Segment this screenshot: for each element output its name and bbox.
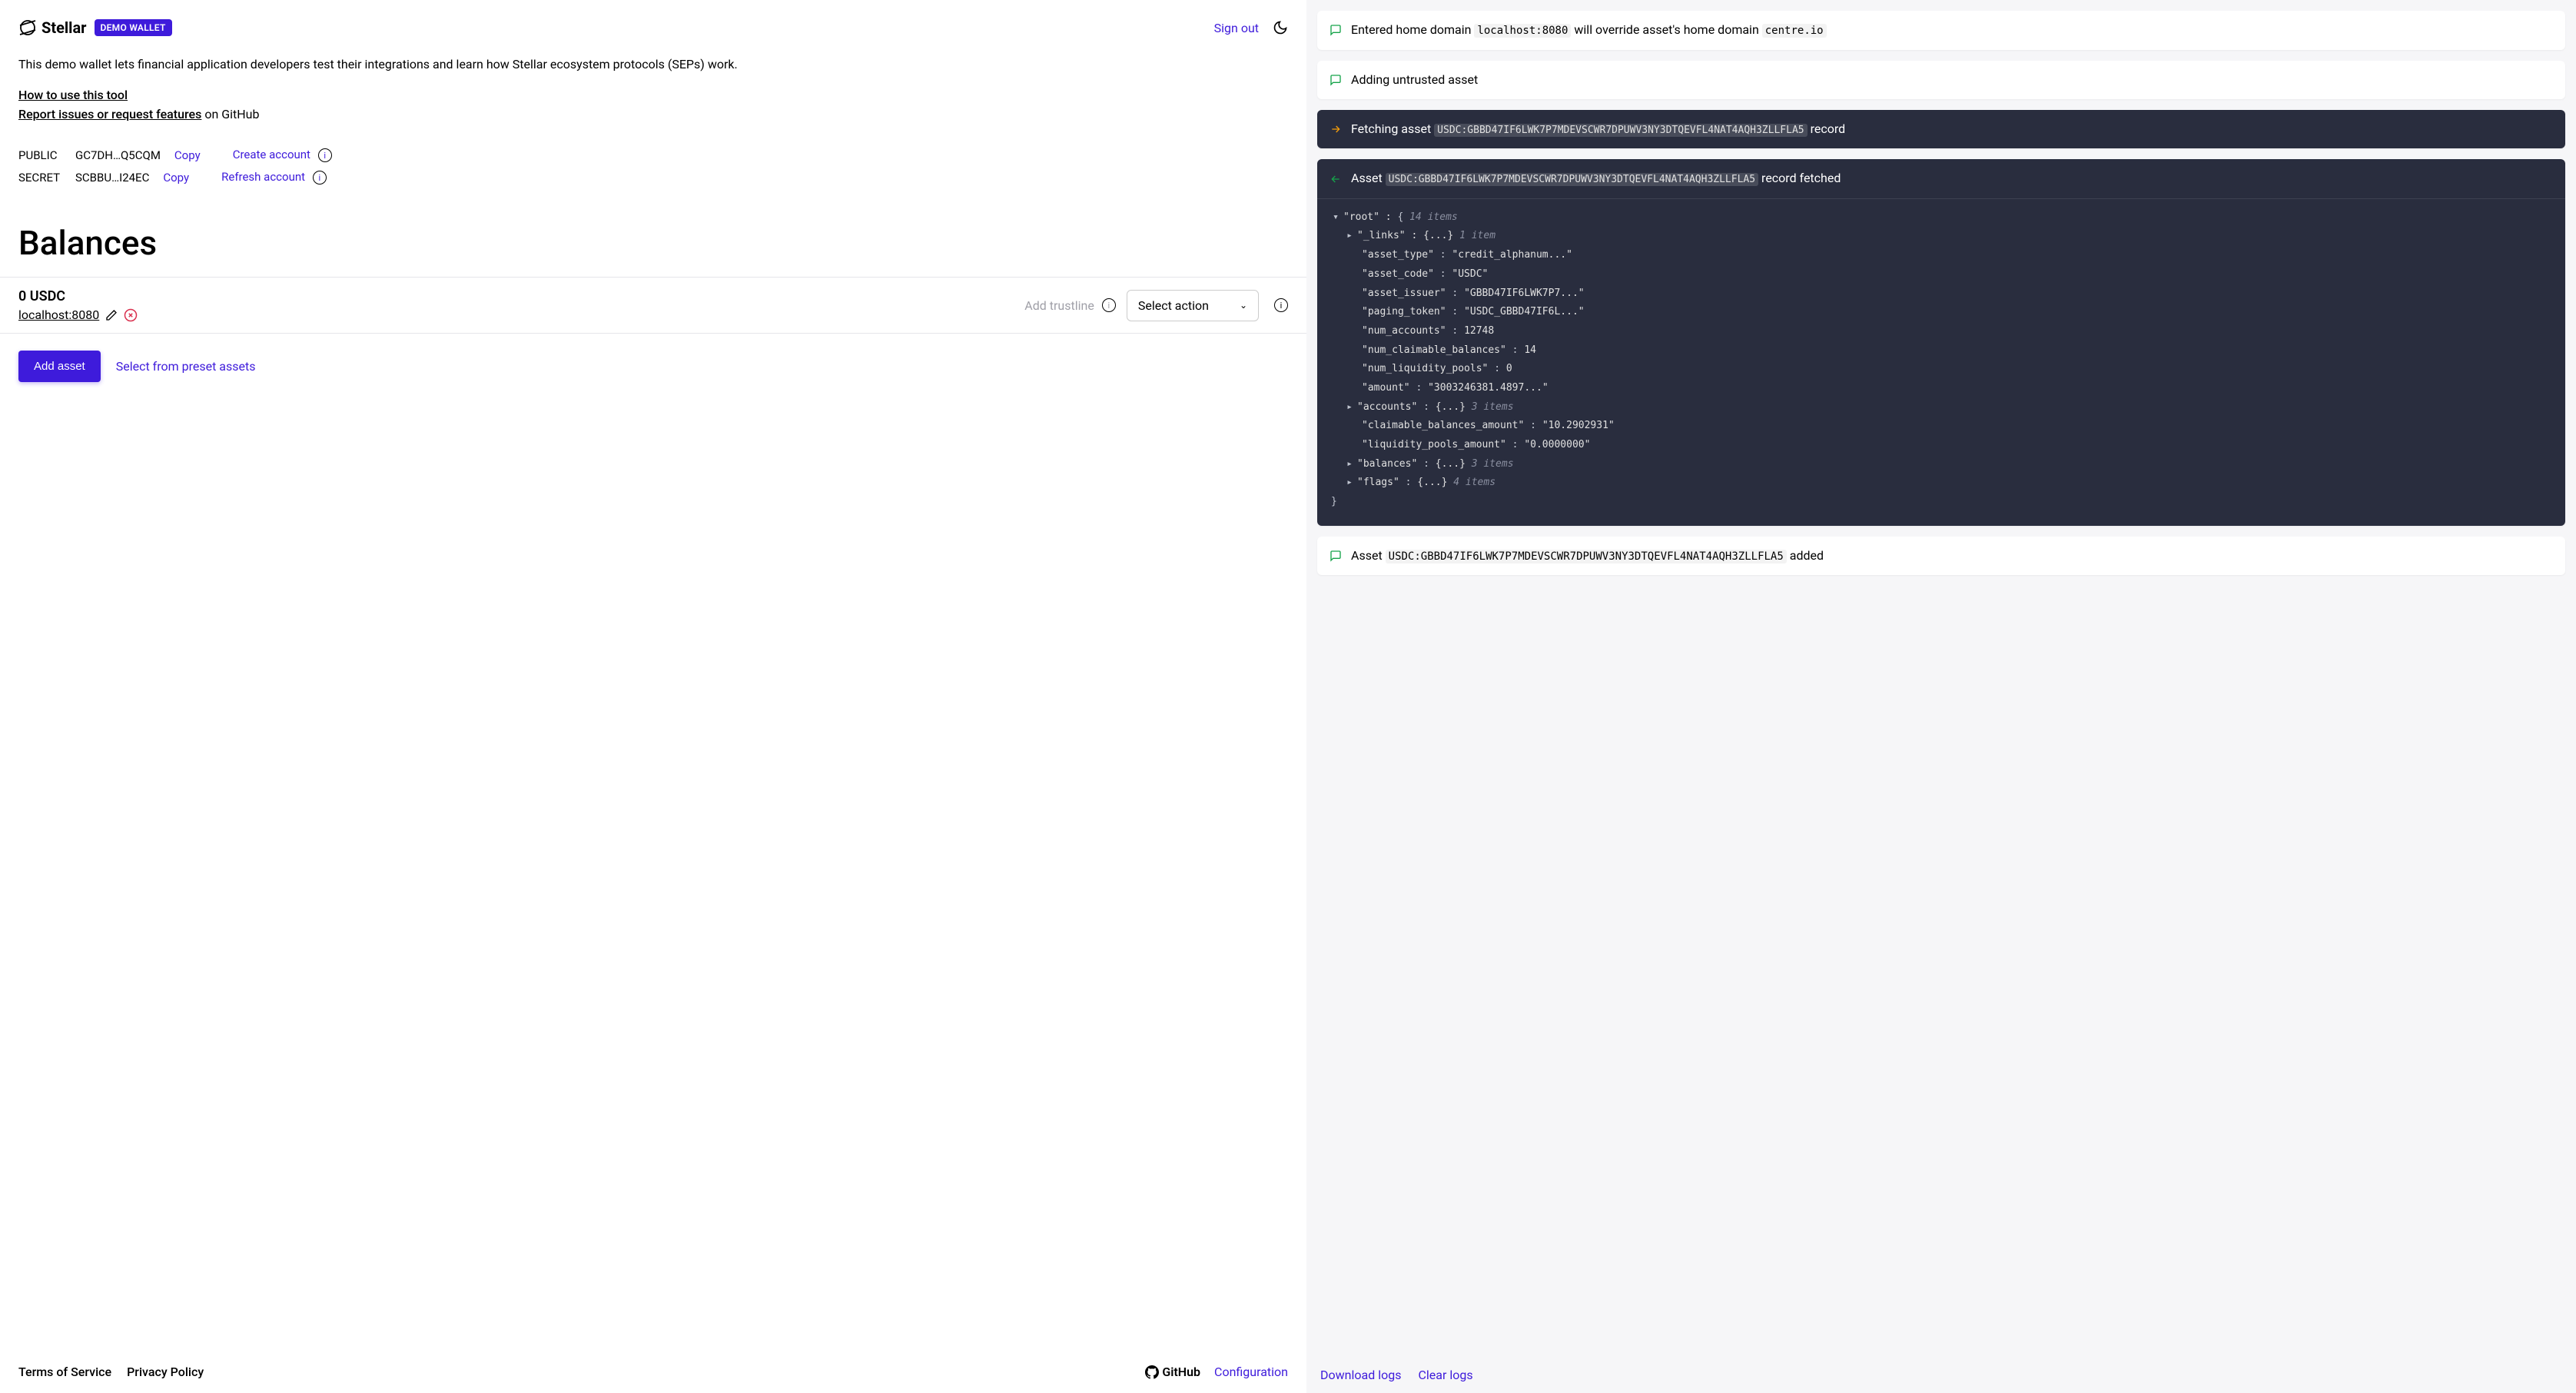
- demo-wallet-badge: DEMO WALLET: [95, 19, 172, 36]
- log-item-adding-asset: Adding untrusted asset: [1317, 61, 2565, 99]
- secret-key-row: SECRET SCBBU…I24EC Copy Refresh account …: [18, 170, 1288, 185]
- copy-secret-button[interactable]: Copy: [163, 171, 189, 185]
- logs-footer: Download logs Clear logs: [1306, 1357, 2576, 1393]
- remove-asset-button[interactable]: [124, 308, 138, 322]
- balance-amount: 0 USDC: [18, 288, 138, 304]
- caret-right-icon[interactable]: ▸: [1345, 455, 1354, 474]
- instruction-icon: [1329, 550, 1342, 562]
- request-icon: [1329, 123, 1342, 135]
- log-text: Asset USDC:GBBD47IF6LWK7P7MDEVSCWR7DPUWV…: [1351, 170, 1841, 187]
- footer-legal: Terms of Service Privacy Policy: [18, 1365, 204, 1379]
- asset-buttons: Add asset Select from preset assets: [18, 351, 1288, 382]
- public-key-row: PUBLIC GC7DH…Q5CQM Copy Create account i: [18, 148, 1288, 162]
- select-action-dropdown[interactable]: Select action ⌄: [1127, 290, 1259, 321]
- add-trustline-button[interactable]: Add trustline i: [1024, 298, 1116, 313]
- secret-label: SECRET: [18, 171, 61, 185]
- secret-value: SCBBU…I24EC: [75, 171, 149, 185]
- log-text: Fetching asset USDC:GBBD47IF6LWK7P7MDEVS…: [1351, 121, 1845, 138]
- stellar-logo: Stellar: [18, 18, 87, 37]
- log-item-asset-added: Asset USDC:GBBD47IF6LWK7P7MDEVSCWR7DPUWV…: [1317, 537, 2565, 576]
- brand-text: Stellar: [41, 18, 87, 37]
- log-header: Asset USDC:GBBD47IF6LWK7P7MDEVSCWR7DPUWV…: [1317, 159, 2565, 198]
- log-item-fetched: Asset USDC:GBBD47IF6LWK7P7MDEVSCWR7DPUWV…: [1317, 159, 2565, 525]
- configuration-link[interactable]: Configuration: [1214, 1365, 1288, 1379]
- privacy-link[interactable]: Privacy Policy: [127, 1365, 204, 1379]
- header-actions: Sign out: [1214, 20, 1288, 35]
- caret-right-icon[interactable]: ▸: [1345, 474, 1354, 493]
- howto-link[interactable]: How to use this tool: [18, 88, 128, 102]
- caret-right-icon[interactable]: ▸: [1345, 227, 1354, 246]
- caret-right-icon[interactable]: ▸: [1345, 398, 1354, 417]
- balance-actions: Add trustline i Select action ⌄ i: [1024, 290, 1288, 321]
- info-icon[interactable]: i: [1274, 298, 1288, 312]
- log-text: Asset USDC:GBBD47IF6LWK7P7MDEVSCWR7DPUWV…: [1351, 547, 1824, 565]
- refresh-account-link[interactable]: Refresh account i: [221, 170, 327, 185]
- download-logs-link[interactable]: Download logs: [1320, 1368, 1401, 1382]
- instruction-icon: [1329, 24, 1342, 36]
- signout-link[interactable]: Sign out: [1214, 21, 1259, 35]
- theme-toggle[interactable]: [1273, 20, 1288, 35]
- intro-text: This demo wallet lets financial applicat…: [18, 55, 1288, 74]
- report-issues-link[interactable]: Report issues or request features: [18, 107, 201, 121]
- select-action-label: Select action: [1138, 298, 1209, 313]
- json-viewer[interactable]: ▾"root" : { 14 items ▸"_links" : {...} 1…: [1317, 199, 2565, 526]
- stellar-icon: [18, 18, 37, 37]
- log-item-fetching: Fetching asset USDC:GBBD47IF6LWK7P7MDEVS…: [1317, 110, 2565, 148]
- help-links: How to use this tool Report issues or re…: [18, 88, 1288, 126]
- public-value: GC7DH…Q5CQM: [75, 148, 161, 162]
- account-keys: PUBLIC GC7DH…Q5CQM Copy Create account i…: [18, 148, 1288, 192]
- log-item-entered-domain: Entered home domain localhost:8080 will …: [1317, 11, 2565, 50]
- left-panel: Stellar DEMO WALLET Sign out This demo w…: [0, 0, 1306, 1393]
- close-circle-icon: [124, 308, 138, 322]
- response-icon: [1329, 173, 1342, 185]
- info-icon[interactable]: i: [318, 148, 332, 162]
- public-label: PUBLIC: [18, 148, 61, 162]
- footer-dev: GitHub Configuration: [1145, 1365, 1288, 1379]
- footer: Terms of Service Privacy Policy GitHub C…: [18, 1351, 1288, 1393]
- moon-icon: [1273, 20, 1288, 35]
- copy-public-button[interactable]: Copy: [174, 148, 201, 162]
- logs-panel: Entered home domain localhost:8080 will …: [1306, 0, 2576, 1393]
- create-account-link[interactable]: Create account i: [233, 148, 332, 162]
- caret-down-icon[interactable]: ▾: [1331, 208, 1340, 228]
- pencil-icon: [105, 309, 118, 321]
- info-icon[interactable]: i: [1102, 298, 1116, 312]
- logo-group: Stellar DEMO WALLET: [18, 18, 172, 37]
- balances-heading: Balances: [18, 223, 1288, 263]
- on-github-text: on GitHub: [204, 107, 259, 121]
- info-icon[interactable]: i: [313, 171, 327, 185]
- edit-domain-button[interactable]: [105, 309, 118, 321]
- balance-row: 0 USDC localhost:8080 Add trustline i Se…: [0, 277, 1306, 334]
- clear-logs-link[interactable]: Clear logs: [1418, 1368, 1472, 1382]
- github-link[interactable]: GitHub: [1145, 1365, 1200, 1379]
- instruction-icon: [1329, 74, 1342, 86]
- logs-area[interactable]: Entered home domain localhost:8080 will …: [1306, 0, 2576, 1357]
- terms-link[interactable]: Terms of Service: [18, 1365, 111, 1379]
- add-asset-button[interactable]: Add asset: [18, 351, 101, 382]
- log-text: Entered home domain localhost:8080 will …: [1351, 22, 1827, 39]
- github-icon: [1145, 1365, 1159, 1379]
- preset-assets-link[interactable]: Select from preset assets: [116, 359, 256, 374]
- balance-domain[interactable]: localhost:8080: [18, 308, 99, 322]
- log-text: Adding untrusted asset: [1351, 71, 1478, 88]
- chevron-down-icon: ⌄: [1240, 300, 1247, 311]
- header: Stellar DEMO WALLET Sign out: [18, 18, 1288, 37]
- balance-info: 0 USDC localhost:8080: [18, 288, 138, 322]
